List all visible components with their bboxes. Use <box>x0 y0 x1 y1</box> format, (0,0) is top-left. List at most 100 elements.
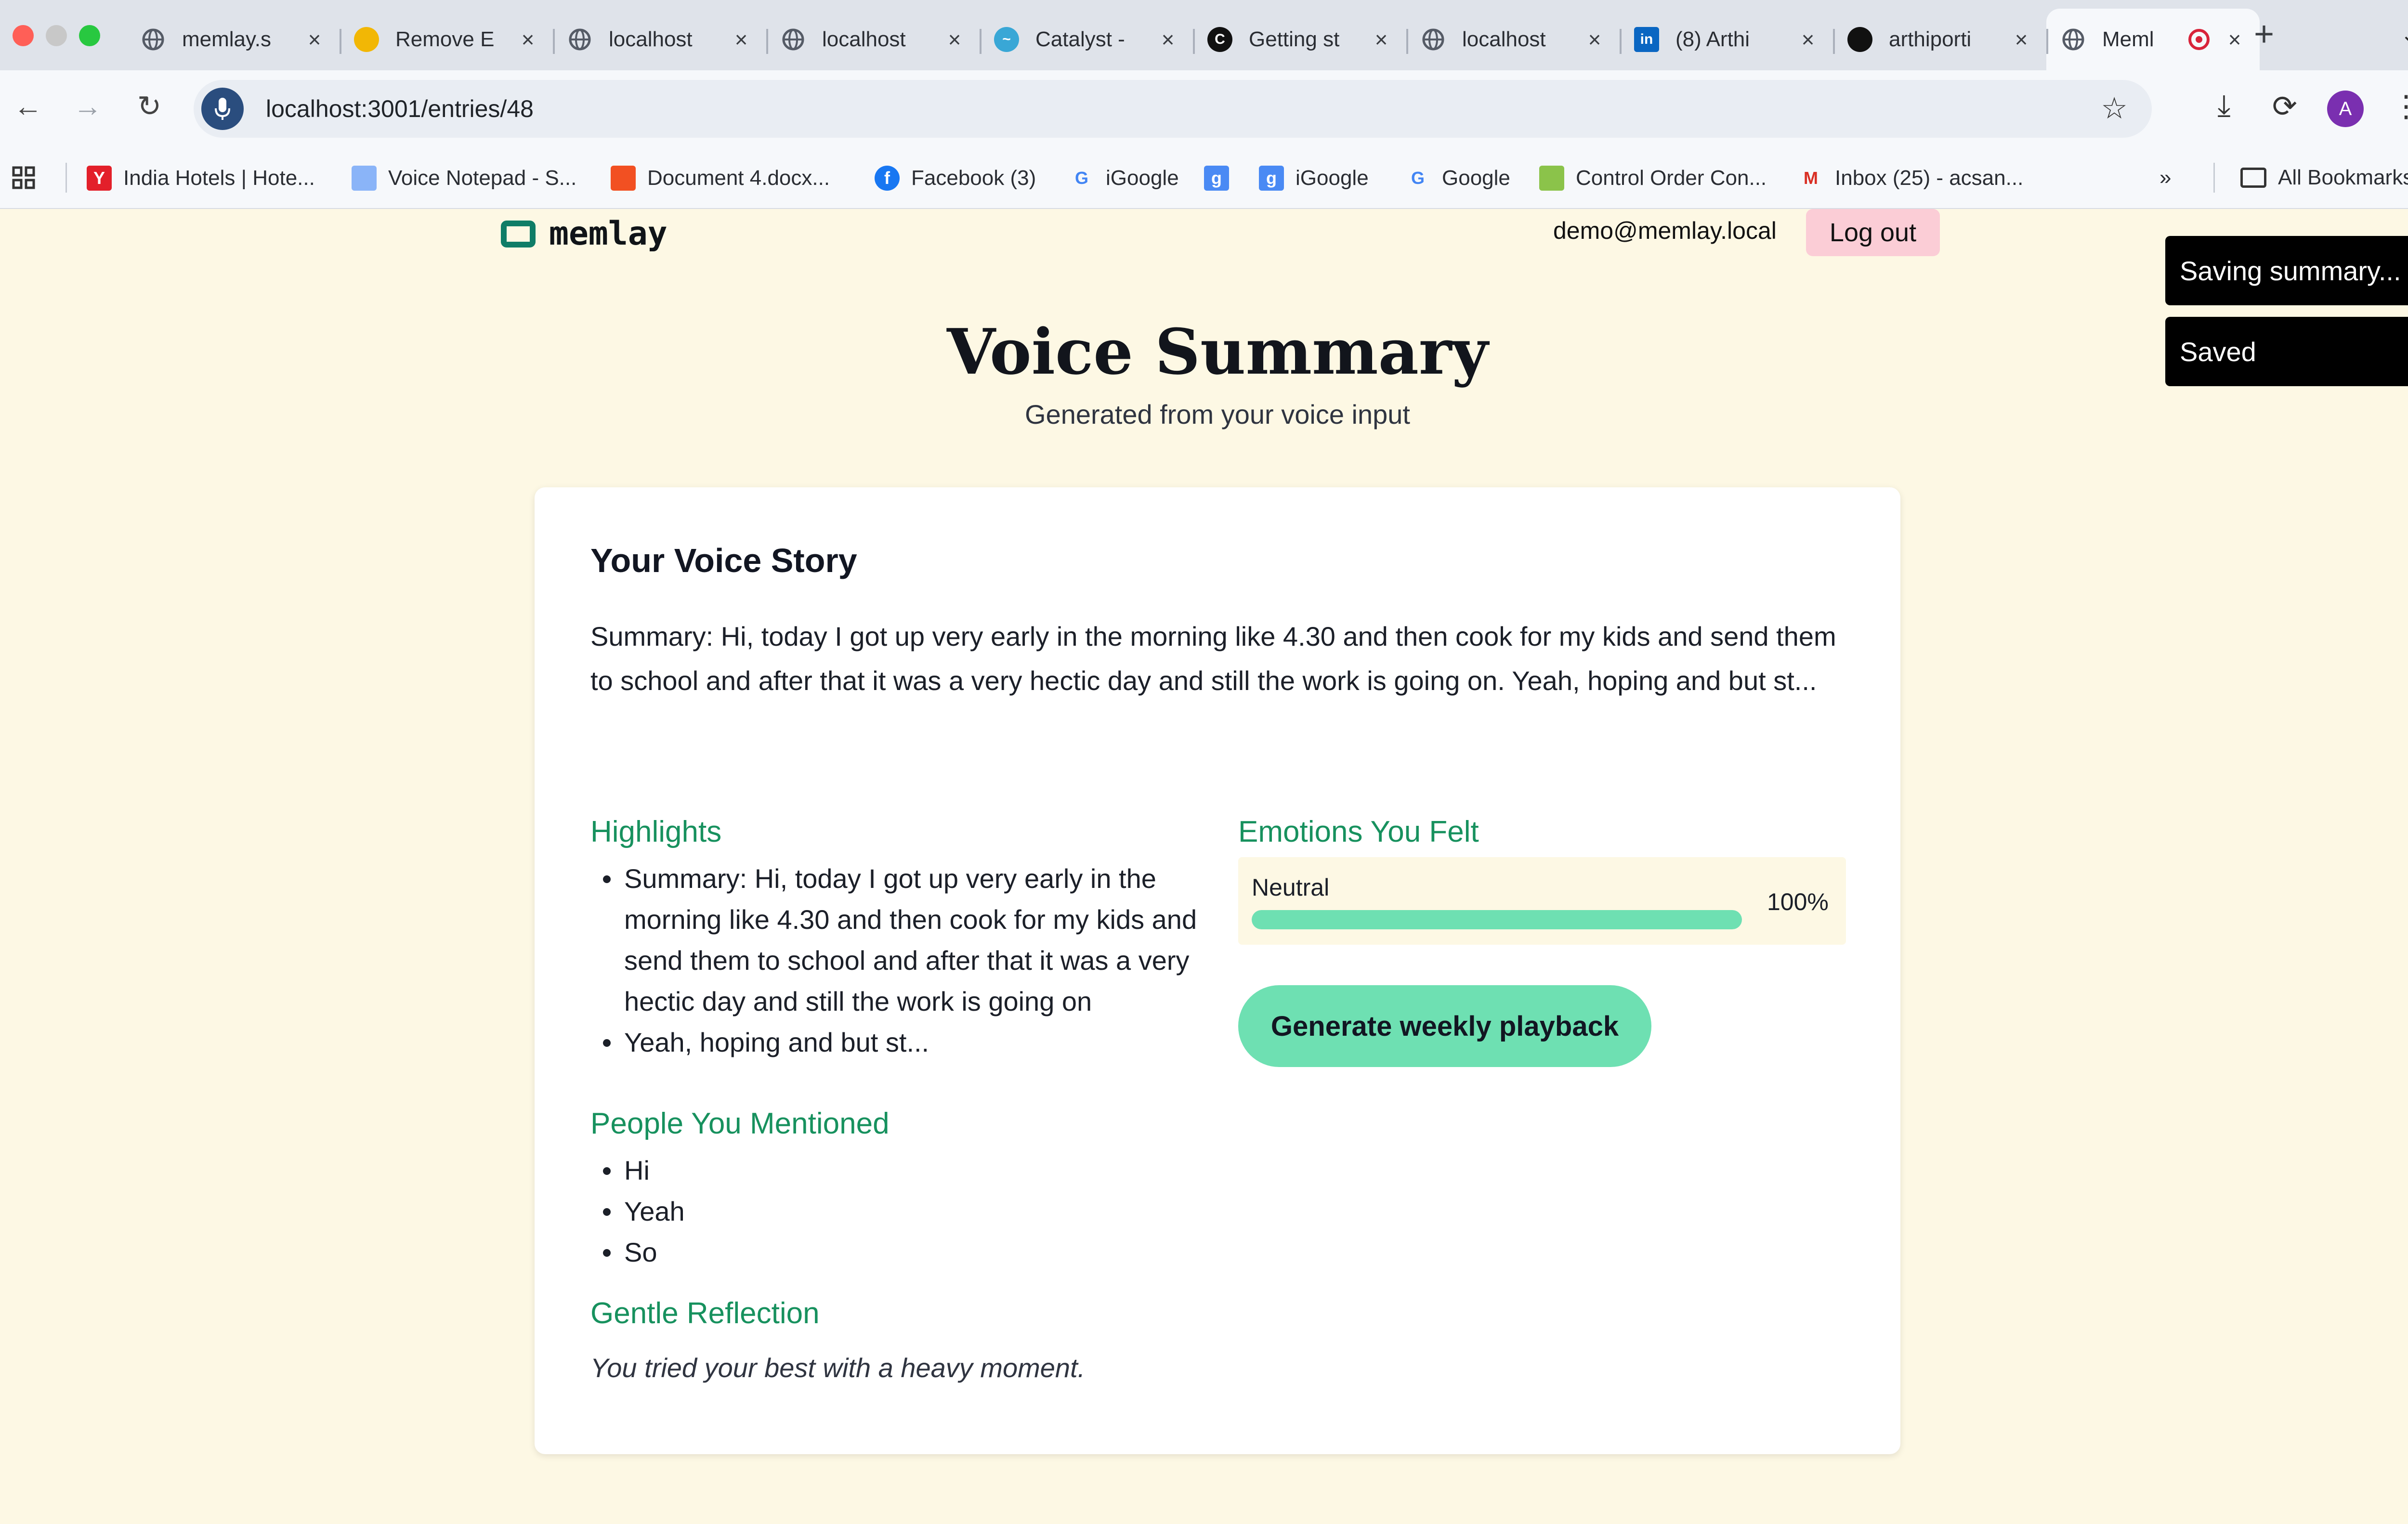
browser-tab[interactable]: Meml × <box>2046 9 2260 70</box>
bookmark-label: Voice Notepad - S... <box>388 166 577 190</box>
memlay-logo-icon <box>501 220 536 247</box>
all-bookmarks-button[interactable]: All Bookmarks <box>2240 166 2408 190</box>
list-item: Yeah, hoping and but st... <box>590 1022 1212 1063</box>
tab-title: Meml <box>2102 27 2154 51</box>
close-tab-icon[interactable]: × <box>1584 26 1605 52</box>
url-text[interactable]: localhost:3001/entries/48 <box>266 95 534 123</box>
close-tab-icon[interactable]: × <box>1157 26 1178 52</box>
bookmark-item[interactable]: g <box>1204 166 1241 191</box>
hat-icon <box>354 27 379 52</box>
tab-title: Remove E <box>395 27 495 51</box>
close-tab-icon[interactable]: × <box>1797 26 1819 52</box>
browser-tab[interactable]: localhost × <box>766 9 980 70</box>
all-bookmarks-label: All Bookmarks <box>2278 166 2408 189</box>
bookmark-item[interactable]: Voice Notepad - S... <box>352 166 576 191</box>
emotion-label: Neutral <box>1252 874 1330 901</box>
bookmark-item[interactable]: Y India Hotels | Hote... <box>87 166 315 191</box>
tab-title: arthiporti <box>1889 27 1972 51</box>
tab-title: (8) Arthi <box>1675 27 1750 51</box>
profile-avatar[interactable]: A <box>2327 91 2364 127</box>
maximize-window-button[interactable] <box>79 25 100 46</box>
globe-icon <box>2061 27 2086 52</box>
bookmark-item[interactable]: GiGoogle <box>1069 166 1179 191</box>
browser-tab[interactable]: localhost × <box>553 9 766 70</box>
bookmark-label: India Hotels | Hote... <box>123 166 315 190</box>
microphone-icon[interactable] <box>201 88 244 130</box>
bookmark-label: Document 4.docx... <box>647 166 830 190</box>
bookmark-label: iGoogle <box>1296 166 1369 190</box>
close-tab-icon[interactable]: × <box>731 26 752 52</box>
logout-button[interactable]: Log out <box>1806 209 1940 256</box>
bookmark-label: Control Order Con... <box>1576 166 1767 190</box>
globe-icon <box>781 27 806 52</box>
facebook-icon: f <box>875 166 900 191</box>
bookmark-label: Google <box>1442 166 1510 190</box>
emotion-row: Neutral 100% <box>1238 857 1846 945</box>
tab-strip: memlay.s × Remove E × localhost × localhost × ~ C… <box>126 5 2260 70</box>
back-arrow-icon[interactable]: ← <box>9 90 47 123</box>
new-tab-button[interactable]: + <box>2254 14 2274 54</box>
people-heading: People You Mentioned <box>590 1107 890 1140</box>
list-item: Yeah <box>590 1191 1072 1232</box>
toast-saving: Saving summary... <box>2165 236 2408 305</box>
page-subtitle: Generated from your voice input <box>1025 399 1410 430</box>
people-list: Hi Yeah So <box>590 1150 1072 1273</box>
bookmark-label: Inbox (25) - acsan... <box>1835 166 2024 190</box>
tab-title: localhost <box>609 27 693 51</box>
browser-tab[interactable]: ~ Catalyst - × <box>980 9 1193 70</box>
close-tab-icon[interactable]: × <box>944 26 965 52</box>
close-window-button[interactable] <box>13 25 34 46</box>
tab-search-icon[interactable]: ⌄ <box>2393 18 2408 52</box>
igoogle-icon: g <box>1204 166 1229 191</box>
bookmark-item[interactable]: Document 4.docx... <box>611 166 830 191</box>
close-tab-icon[interactable]: × <box>1371 26 1392 52</box>
forward-arrow-icon[interactable]: → <box>68 90 107 123</box>
bookmark-item[interactable]: M Inbox (25) - acsan... <box>1798 166 2023 191</box>
brand-name: memlay <box>549 215 667 253</box>
download-icon[interactable]: ⤓ <box>2205 89 2243 123</box>
close-tab-icon[interactable]: × <box>304 26 325 52</box>
extension-icon[interactable]: ⟳ <box>2265 89 2304 124</box>
bookmark-item[interactable]: G Google <box>1405 166 1510 191</box>
close-tab-icon[interactable]: × <box>2224 26 2245 52</box>
browser-tab[interactable]: Remove E × <box>340 9 553 70</box>
bookmark-label: iGoogle <box>1106 166 1179 190</box>
list-item: Summary: Hi, today I got up very early i… <box>590 858 1212 1022</box>
bookmark-item[interactable]: Control Order Con... <box>1539 166 1767 191</box>
close-tab-icon[interactable]: × <box>2011 26 2032 52</box>
browser-menu-icon[interactable]: ⋮ <box>2387 89 2408 124</box>
summary-text: Summary: Hi, today I got up very early i… <box>590 621 1836 696</box>
windows-icon <box>611 166 636 191</box>
bookmark-label: Facebook (3) <box>911 166 1036 190</box>
browser-tab[interactable]: memlay.s × <box>126 9 340 70</box>
browser-tab[interactable]: arthiporti × <box>1833 9 2046 70</box>
browser-tab[interactable]: C Getting st × <box>1193 9 1406 70</box>
bookmark-item[interactable]: g iGoogle <box>1259 166 1369 191</box>
address-bar[interactable]: localhost:3001/entries/48 ☆ <box>194 80 2152 138</box>
tab-title: Catalyst - <box>1035 27 1125 51</box>
yatra-icon: Y <box>87 166 112 191</box>
bookmark-item[interactable]: f Facebook (3) <box>875 166 1036 191</box>
bookmark-star-icon[interactable]: ☆ <box>2101 91 2128 126</box>
browser-toolbar: ← → ↻ localhost:3001/entries/48 ☆ ⤓ ⟳ A … <box>0 70 2408 147</box>
browser-tab[interactable]: in (8) Arthi × <box>1620 9 1833 70</box>
globe-icon <box>141 27 166 52</box>
card-title: Your Voice Story <box>590 542 857 579</box>
apps-grid-icon[interactable] <box>12 166 37 191</box>
mic-icon <box>352 166 377 191</box>
brand-logo[interactable]: memlay <box>501 215 667 253</box>
generate-weekly-playback-button[interactable]: Generate weekly playback <box>1238 985 1651 1067</box>
google-icon: G <box>1411 168 1425 188</box>
wave-icon: ~ <box>994 27 1019 52</box>
list-item: Hi <box>590 1150 1072 1191</box>
folder-icon <box>2240 168 2266 188</box>
minimize-window-button[interactable] <box>46 25 67 46</box>
globe-icon <box>1421 27 1446 52</box>
linkedin-icon: in <box>1634 27 1659 52</box>
more-bookmarks-icon[interactable]: » <box>2159 166 2171 190</box>
browser-tab[interactable]: localhost × <box>1406 9 1620 70</box>
globe-icon <box>567 27 592 52</box>
reload-icon[interactable]: ↻ <box>130 90 169 123</box>
close-tab-icon[interactable]: × <box>517 26 538 52</box>
gmail-icon: M <box>1804 168 1818 188</box>
